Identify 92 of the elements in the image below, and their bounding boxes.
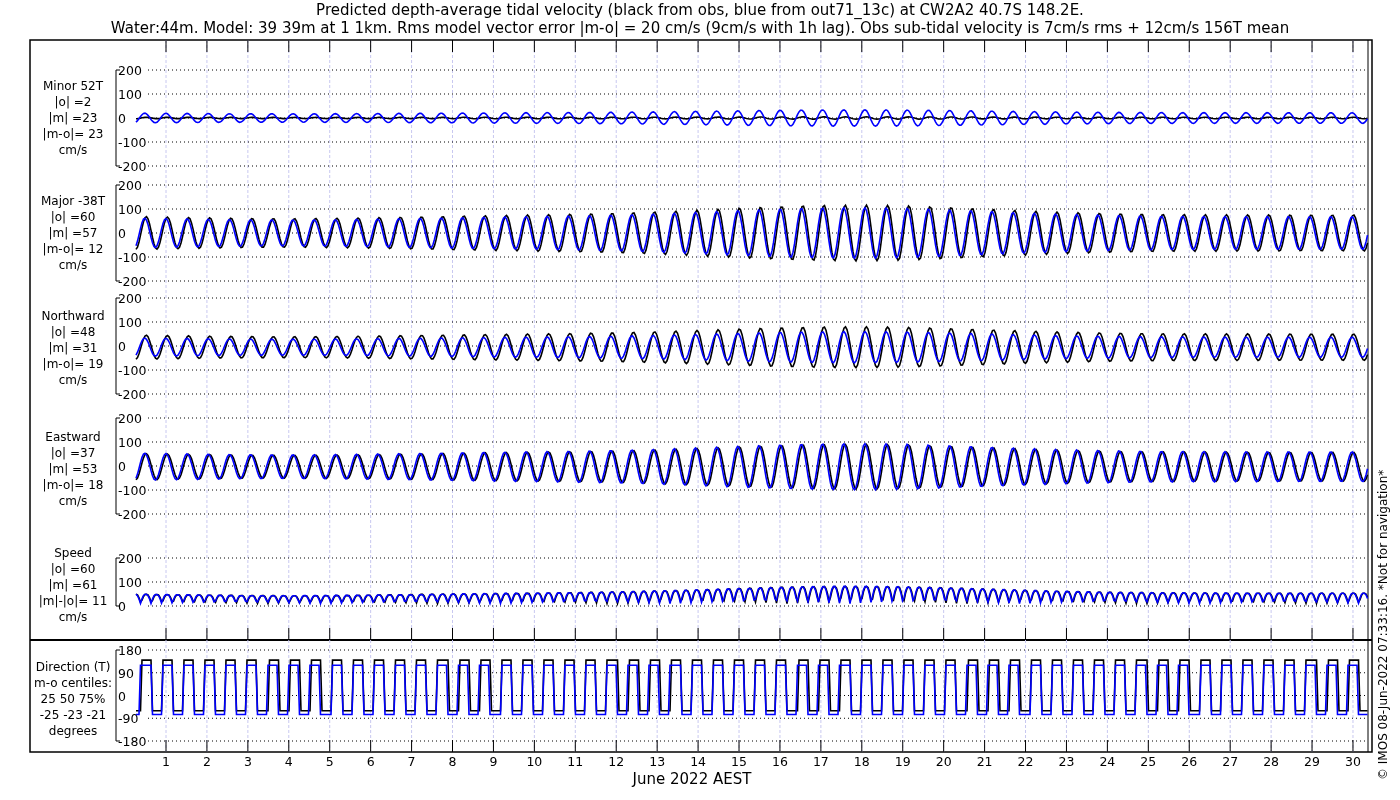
day-label: 11 (567, 754, 584, 769)
panel-label: |m| =57 (48, 226, 98, 240)
y-tick-label: 100 (118, 575, 142, 590)
day-label: 29 (1304, 754, 1320, 769)
panel-label: cm/s (58, 258, 88, 272)
y-tick-label: 0 (118, 226, 126, 241)
panel-label: Northward (41, 309, 105, 323)
panel-label: |m-o|= 23 (42, 127, 104, 141)
panel-label: |m| =61 (48, 578, 98, 592)
day-label: 25 (1140, 754, 1157, 769)
y-tick-label: 100 (118, 315, 142, 330)
y-tick-label: 180 (118, 643, 142, 658)
day-label: 10 (526, 754, 543, 769)
day-label: 19 (894, 754, 911, 769)
day-label: 20 (935, 754, 952, 769)
day-label: 8 (448, 754, 457, 769)
y-tick-label: -100 (118, 135, 147, 150)
panel-label: degrees (48, 724, 98, 738)
y-tick-label: 100 (118, 435, 142, 450)
day-label: 1 (162, 754, 170, 769)
day-label: 6 (366, 754, 375, 769)
y-tick-label: 0 (118, 459, 126, 474)
day-label: 16 (772, 754, 788, 769)
y-tick-label: 0 (118, 599, 126, 614)
y-tick-label: 100 (118, 87, 142, 102)
y-tick-label: -200 (118, 387, 147, 402)
panel-label: |o| =37 (50, 446, 96, 460)
day-label: 22 (1017, 754, 1034, 769)
panel-label: Direction (T) (35, 660, 111, 674)
panel-label: |m-o|= 18 (42, 478, 104, 492)
y-tick-label: 200 (118, 411, 142, 426)
day-label: 3 (243, 754, 252, 769)
panel-label: |m| =23 (48, 111, 98, 125)
day-label: 26 (1181, 754, 1198, 769)
panel-label: 25 50 75% (40, 692, 106, 706)
y-tick-label: -100 (118, 363, 147, 378)
day-label: 13 (649, 754, 666, 769)
day-label: 7 (407, 754, 416, 769)
panel-label: |o| =60 (50, 210, 96, 224)
day-label: 30 (1345, 754, 1361, 769)
day-label: 17 (812, 754, 829, 769)
panel-label: m-o centiles: (34, 676, 112, 690)
panel-label: cm/s (58, 494, 88, 508)
day-label: 14 (690, 754, 707, 769)
chart-title: Predicted depth-average tidal velocity (black from obs, blue from out71_13c) at CW2A2 40.7S 148.2E. (316, 1, 1084, 19)
x-axis-label: June 2022 AEST (632, 770, 752, 788)
panel-label: |m| =31 (48, 341, 98, 355)
panel-label: Eastward (45, 430, 101, 444)
panel-label: |o| =2 (54, 95, 92, 109)
y-tick-label: 200 (118, 551, 142, 566)
day-label: 4 (284, 754, 293, 769)
y-tick-label: 0 (118, 688, 126, 704)
panel-label: |m|-|o|= 11 (38, 594, 108, 608)
day-label: 9 (489, 754, 498, 769)
day-label: 12 (608, 754, 625, 769)
panel-label: |o| =48 (50, 325, 96, 339)
y-tick-label: -100 (118, 483, 147, 498)
y-tick-label: 0 (118, 339, 126, 354)
panel-label: cm/s (58, 143, 88, 157)
panel-label: Major -38T (40, 194, 106, 208)
day-label: 28 (1263, 754, 1280, 769)
panel-label: |m-o|= 12 (42, 242, 104, 256)
y-tick-label: 200 (118, 178, 142, 193)
y-tick-label: 200 (118, 63, 142, 78)
panel-label: |m| =53 (48, 462, 98, 476)
panel-label: Minor 52T (43, 79, 103, 93)
y-tick-label: -200 (118, 274, 147, 289)
y-tick-label: 90 (118, 665, 134, 681)
panel-label: |o| =60 (50, 562, 96, 576)
day-label: 23 (1058, 754, 1075, 769)
y-tick-label: -180 (118, 734, 147, 749)
day-label: 18 (853, 754, 870, 769)
day-label: 24 (1099, 754, 1116, 769)
day-label: 21 (976, 754, 993, 769)
day-label: 15 (731, 754, 747, 769)
y-tick-label: 200 (118, 291, 142, 306)
panel-label: cm/s (58, 373, 88, 387)
day-label: 2 (202, 754, 211, 769)
panel-label: Speed (54, 546, 92, 560)
day-label: 27 (1222, 754, 1239, 769)
y-tick-label: 100 (118, 202, 142, 217)
y-tick-label: 0 (118, 111, 126, 126)
panel-label: |m-o|= 19 (42, 357, 104, 371)
y-tick-label: -200 (118, 159, 147, 174)
chart-title: Water:44m. Model: 39 39m at 1 1km. Rms model vector error |m-o| = 20 cm/s (9cm/s with 1h lag). Obs sub-tidal velocity is 7cm/s rms + 12cm/s 156T mean (110, 19, 1290, 37)
y-tick-label: -90 (118, 711, 139, 727)
y-tick-label: -100 (118, 250, 147, 265)
y-tick-label: -200 (118, 507, 147, 522)
day-label: 5 (325, 754, 334, 769)
panel-label: -25 -23 -21 (39, 708, 107, 722)
copyright-note: © IMOS 08-Jun-2022 07:33:16. *Not for navigation* (1376, 469, 1390, 780)
panel-label: cm/s (58, 610, 88, 624)
